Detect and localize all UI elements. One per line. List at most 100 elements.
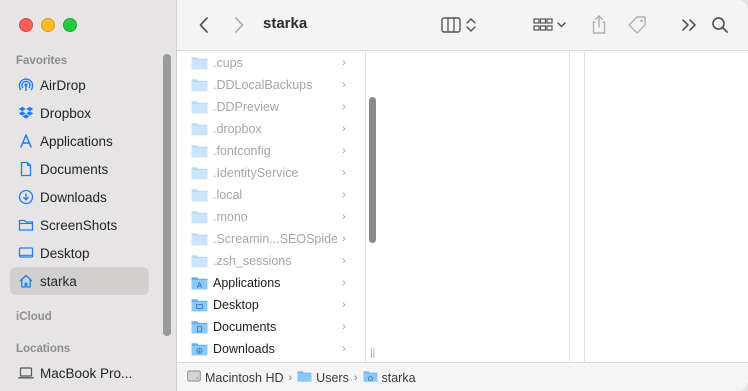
hard-drive-icon bbox=[187, 370, 205, 385]
dropbox-icon bbox=[18, 105, 34, 121]
sidebar-item-label: Desktop bbox=[40, 245, 90, 261]
sidebar-item-starka[interactable]: starka bbox=[10, 267, 149, 295]
path-crumb-label: Macintosh HD bbox=[205, 370, 284, 385]
path-crumb-label: starka bbox=[381, 370, 416, 385]
file-row[interactable]: .cups › bbox=[177, 52, 365, 74]
file-row[interactable]: .local › bbox=[177, 184, 365, 206]
file-list-column: .cups › .DDLocalBackups › .DDPreview › .dropbo… bbox=[177, 51, 366, 362]
file-name: Downloads bbox=[213, 342, 275, 356]
path-crumb-macintosh-hd[interactable]: Macintosh HD bbox=[187, 370, 284, 385]
file-name: .DDPreview bbox=[213, 100, 279, 114]
chevron-right-icon: › bbox=[342, 189, 346, 201]
back-button[interactable] bbox=[195, 13, 213, 37]
folder-icon bbox=[191, 100, 208, 114]
more-button[interactable] bbox=[679, 13, 699, 37]
column-resize-handle[interactable]: || bbox=[370, 348, 375, 359]
folder-icon bbox=[191, 298, 208, 312]
folder-icon bbox=[191, 188, 208, 202]
sidebar-item-label: ScreenShots bbox=[40, 217, 118, 233]
folder-icon bbox=[191, 122, 208, 136]
sidebar-item-dropbox[interactable]: Dropbox bbox=[10, 99, 149, 127]
group-button[interactable] bbox=[533, 13, 569, 37]
file-row[interactable]: Downloads › bbox=[177, 338, 365, 360]
chevron-right-icon: › bbox=[342, 145, 346, 157]
toolbar: starka bbox=[177, 0, 748, 51]
file-row[interactable]: .dropbox › bbox=[177, 118, 365, 140]
sidebar-item-macbook-pro[interactable]: MacBook Pro... bbox=[10, 359, 149, 387]
sidebar-item-downloads[interactable]: Downloads bbox=[10, 183, 149, 211]
path-crumb-starka[interactable]: starka bbox=[363, 370, 416, 385]
folder-icon bbox=[191, 276, 208, 290]
file-name: Desktop bbox=[213, 298, 259, 312]
chevron-right-icon: › bbox=[342, 167, 346, 179]
file-row[interactable]: .IdentityService › bbox=[177, 162, 365, 184]
file-name: Documents bbox=[213, 320, 277, 334]
sidebar-item-label: Dropbox bbox=[40, 105, 92, 121]
document-icon bbox=[18, 161, 34, 177]
window-controls bbox=[19, 18, 77, 32]
file-row[interactable]: .mono › bbox=[177, 206, 365, 228]
group-icon bbox=[533, 16, 569, 34]
file-name: Applications bbox=[213, 276, 281, 290]
path-crumb-users[interactable]: Users bbox=[297, 370, 349, 385]
folder-icon bbox=[191, 342, 208, 356]
folder-icon bbox=[191, 210, 208, 224]
file-name: .Screamin...SEOSpider bbox=[213, 232, 337, 246]
file-list-scrollbar[interactable] bbox=[369, 97, 376, 243]
path-separator: › bbox=[353, 371, 358, 384]
tags-button[interactable] bbox=[627, 13, 649, 37]
file-name: .fontconfig bbox=[213, 144, 271, 158]
chevron-right-icon: › bbox=[342, 277, 346, 289]
sidebar-item-label: Downloads bbox=[40, 189, 107, 205]
folder-icon bbox=[297, 370, 316, 385]
desktop-icon bbox=[18, 245, 34, 261]
minimize-window-button[interactable] bbox=[41, 18, 55, 32]
file-name: .IdentityService bbox=[213, 166, 299, 180]
sidebar-item-screenshots[interactable]: ScreenShots bbox=[10, 211, 149, 239]
file-name: .zsh_sessions bbox=[213, 254, 292, 268]
sidebar-item-documents[interactable]: Documents bbox=[10, 155, 149, 183]
sidebar-item-label: starka bbox=[40, 273, 77, 289]
forward-button[interactable] bbox=[230, 13, 248, 37]
sidebar-item-label: Applications bbox=[40, 133, 113, 149]
file-row[interactable]: .DDPreview › bbox=[177, 96, 365, 118]
file-name: .cups bbox=[213, 56, 243, 70]
sidebar-item-airdrop[interactable]: AirDrop bbox=[10, 71, 149, 99]
sidebar-scrollbar[interactable] bbox=[163, 54, 171, 336]
back-icon bbox=[198, 16, 210, 34]
download-icon bbox=[18, 189, 34, 205]
file-row[interactable]: .Screamin...SEOSpider › bbox=[177, 228, 365, 250]
file-row[interactable]: Documents › bbox=[177, 316, 365, 338]
file-row[interactable]: .DDLocalBackups › bbox=[177, 74, 365, 96]
chevron-right-icon: › bbox=[342, 101, 346, 113]
zoom-window-button[interactable] bbox=[63, 18, 77, 32]
file-row[interactable]: .fontconfig › bbox=[177, 140, 365, 162]
laptop-icon bbox=[18, 365, 34, 381]
file-row[interactable]: .zsh_sessions › bbox=[177, 250, 365, 272]
sidebar-item-label: AirDrop bbox=[40, 77, 86, 93]
folder-icon bbox=[191, 232, 208, 246]
finder-window: Favorites AirDrop Dropbox Applications D… bbox=[0, 0, 748, 391]
file-name: .local bbox=[213, 188, 243, 202]
share-button[interactable] bbox=[589, 13, 609, 37]
search-button[interactable] bbox=[710, 13, 730, 37]
chevron-right-icon: › bbox=[342, 123, 346, 135]
sidebar-heading-locations: Locations bbox=[16, 343, 71, 355]
empty-column bbox=[380, 51, 570, 362]
folder-icon bbox=[18, 217, 34, 233]
file-row[interactable]: Desktop › bbox=[177, 294, 365, 316]
home-folder-icon bbox=[363, 370, 382, 385]
window-title: starka bbox=[263, 15, 308, 32]
sidebar-item-label: Documents bbox=[40, 161, 109, 177]
sidebar-item-applications[interactable]: Applications bbox=[10, 127, 149, 155]
path-separator: › bbox=[288, 371, 293, 384]
close-window-button[interactable] bbox=[19, 18, 33, 32]
sidebar-item-desktop[interactable]: Desktop bbox=[10, 239, 149, 267]
path-crumb-label: Users bbox=[316, 370, 349, 385]
chevron-right-icon: › bbox=[342, 299, 346, 311]
file-name: .dropbox bbox=[213, 122, 262, 136]
chevron-right-icon: › bbox=[342, 211, 346, 223]
view-mode-button[interactable] bbox=[441, 13, 481, 37]
chevron-right-icon: › bbox=[342, 57, 346, 69]
file-row[interactable]: Applications › bbox=[177, 272, 365, 294]
